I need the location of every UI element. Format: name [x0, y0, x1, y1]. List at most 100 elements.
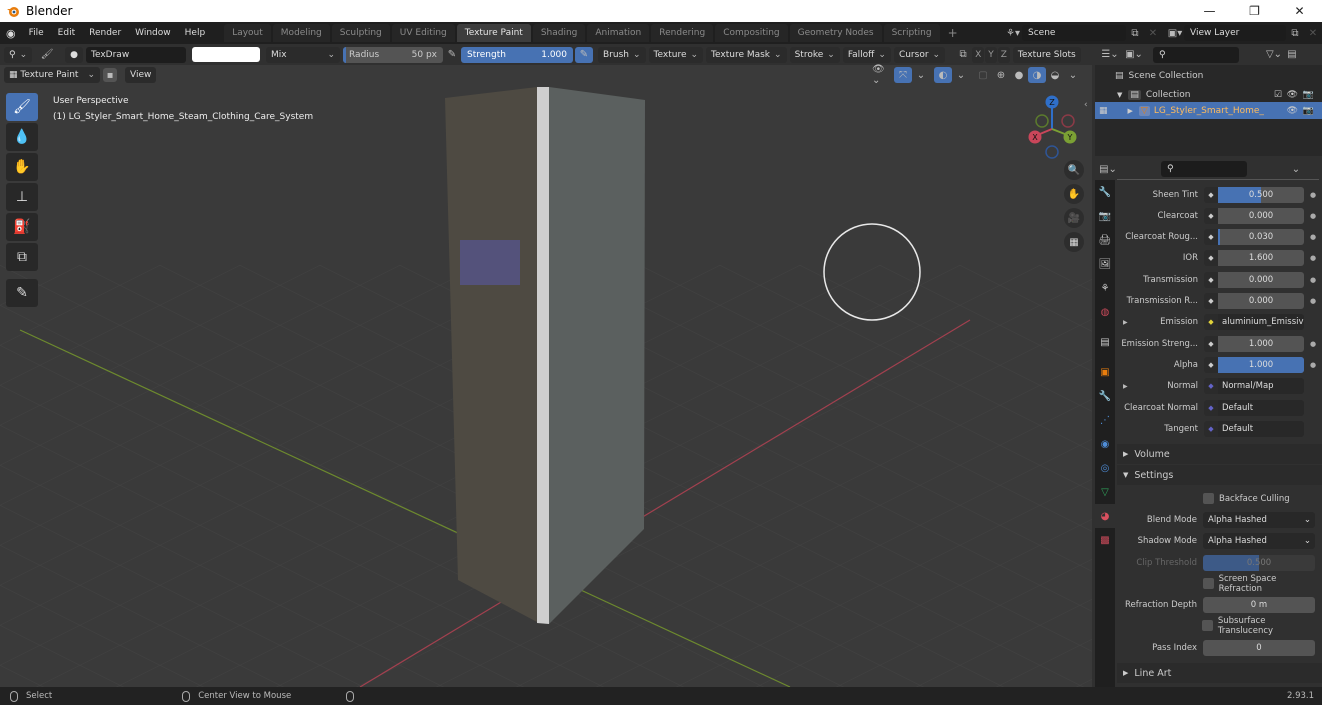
socket-icon[interactable]: ◆ — [1204, 356, 1218, 373]
socket-icon[interactable]: ◆ — [1204, 378, 1218, 395]
overlays-dropdown[interactable]: ⌄ — [952, 67, 970, 83]
shadow-mode-select[interactable]: Alpha Hashed ⌄ — [1203, 532, 1315, 549]
collection-tab-icon[interactable]: ▤ — [1095, 330, 1115, 354]
editor-type-icon[interactable]: ▤⌄ — [1099, 161, 1117, 177]
keyframe-dot-icon[interactable]: ● — [1308, 361, 1318, 369]
tab-rendering[interactable]: Rendering — [651, 24, 714, 42]
socket-icon[interactable]: ◆ — [1204, 229, 1218, 246]
smear-tool-icon[interactable]: ✋ — [6, 153, 38, 181]
tab-shading[interactable]: Shading — [532, 24, 586, 42]
view-menu[interactable]: View — [125, 67, 157, 83]
object-visibility-icon[interactable]: 👁⌄ — [872, 64, 890, 86]
outliner-scene-collection[interactable]: ▤ Scene Collection — [1115, 71, 1203, 81]
object-render-icon[interactable]: 📷 — [1303, 106, 1314, 116]
linked-node-field[interactable]: aluminium_Emissive... — [1218, 314, 1304, 331]
tab-sculpting[interactable]: Sculpting — [331, 24, 390, 42]
linked-node-field[interactable]: Normal/Map — [1218, 378, 1304, 395]
outliner-collection-row[interactable]: ▼ ▤ Collection ☑ 👁 📷 — [1095, 87, 1322, 103]
property-slider[interactable]: 0.500 — [1218, 186, 1304, 203]
wireframe-shading-icon[interactable]: ⊕ — [992, 67, 1010, 83]
expand-collection-icon[interactable]: ▼ — [1117, 91, 1122, 99]
property-slider[interactable]: 1.000 — [1218, 356, 1304, 373]
property-slider[interactable]: 1.600 — [1218, 250, 1304, 267]
object-tab-icon[interactable]: ▣ — [1095, 360, 1115, 384]
socket-icon[interactable]: ◆ — [1204, 399, 1218, 416]
cursor-menu[interactable]: Cursor ⌄ — [893, 46, 946, 63]
clone-tool-icon[interactable]: ⊥ — [6, 183, 38, 211]
socket-icon[interactable]: ◆ — [1204, 207, 1218, 224]
material-preview-shading-icon[interactable]: ◑ — [1028, 67, 1046, 83]
stroke-menu[interactable]: Stroke ⌄ — [789, 46, 840, 63]
delete-scene-icon[interactable]: ✕ — [1144, 25, 1162, 41]
maximize-button[interactable]: ❐ — [1232, 0, 1277, 22]
ssr-checkbox[interactable] — [1202, 578, 1214, 589]
subsurface-checkbox[interactable] — [1201, 620, 1213, 631]
menu-edit[interactable]: Edit — [51, 28, 82, 38]
scene-selector-icon[interactable]: ⚘▾ — [1004, 25, 1022, 41]
tab-animation[interactable]: Animation — [587, 24, 650, 42]
close-button[interactable]: ✕ — [1277, 0, 1322, 22]
view-layer-tab-icon[interactable]: 🖼 — [1095, 252, 1115, 276]
mask-tool-icon[interactable]: ⧉ — [6, 243, 38, 271]
pass-index-field[interactable]: 0 — [1203, 639, 1315, 656]
linked-node-field[interactable]: Default — [1218, 420, 1304, 437]
physics-tab-icon[interactable]: ◉ — [1095, 432, 1115, 456]
radius-pressure-icon[interactable]: ✎ — [443, 47, 461, 63]
strength-pressure-icon[interactable]: ✎ — [575, 46, 593, 63]
annotate-tool-icon[interactable]: ✎ — [6, 279, 38, 307]
texture-mask-menu[interactable]: Texture Mask ⌄ — [706, 46, 787, 63]
rendered-shading-icon[interactable]: ◒ — [1046, 67, 1064, 83]
add-workspace-button[interactable]: + — [942, 26, 964, 40]
shading-dropdown[interactable]: ⌄ — [1064, 67, 1082, 83]
menu-window[interactable]: Window — [128, 28, 178, 38]
blend-mode-select[interactable]: Alpha Hashed ⌄ — [1203, 511, 1315, 528]
scene-tab-icon[interactable]: ⚘ — [1095, 276, 1115, 300]
minimize-button[interactable]: — — [1187, 0, 1232, 22]
keyframe-dot-icon[interactable]: ● — [1308, 276, 1318, 284]
material-tab-icon[interactable]: ◕ — [1095, 504, 1115, 528]
mode-selector-dropdown[interactable]: ▦ Texture Paint ⌄ — [4, 67, 100, 83]
tab-layout[interactable]: Layout — [224, 24, 271, 42]
display-mode-icon[interactable]: ☰⌄ — [1101, 47, 1119, 63]
clip-threshold-slider[interactable]: 0.500 — [1203, 554, 1315, 571]
properties-options-dropdown[interactable]: ⌄ — [1287, 161, 1305, 177]
outliner-search-input[interactable]: ⚲ — [1153, 46, 1239, 63]
soften-tool-icon[interactable]: 💧 — [6, 123, 38, 151]
navigation-gizmo[interactable]: Z X Y — [1020, 95, 1090, 165]
world-tab-icon[interactable]: ◍ — [1095, 300, 1115, 324]
object-visibility-icon[interactable]: 👁 — [1287, 106, 1298, 116]
render-tab-icon[interactable]: 📷 — [1095, 204, 1115, 228]
brush-name-field[interactable]: TexDraw — [86, 46, 186, 63]
sidebar-toggle-icon[interactable]: ‹ — [1084, 100, 1088, 110]
pan-view-icon[interactable]: ✋ — [1064, 184, 1084, 204]
gizmo-dropdown[interactable]: ⌄ — [912, 67, 930, 83]
ssr-row[interactable]: Screen Space Refraction — [1117, 574, 1322, 594]
property-slider[interactable]: 0.000 — [1218, 293, 1304, 309]
line-art-panel-header[interactable]: ▶ Line Art — [1117, 663, 1322, 683]
tool-mode-dropdown[interactable]: ⚲ ⌄ — [4, 46, 33, 63]
texture-menu[interactable]: Texture ⌄ — [648, 46, 704, 63]
paint-mask-toggle[interactable]: ▪ — [103, 68, 117, 82]
tab-uv-editing[interactable]: UV Editing — [391, 24, 455, 42]
brush-icon[interactable]: 🖌 — [35, 47, 59, 63]
solid-shading-icon[interactable]: ● — [1010, 67, 1028, 83]
expand-socket-icon[interactable]: ▶ — [1123, 383, 1128, 390]
refraction-depth-field[interactable]: 0 m — [1203, 596, 1315, 613]
3d-viewport[interactable]: Z X Y — [0, 65, 1092, 687]
falloff-menu[interactable]: Falloff ⌄ — [842, 46, 891, 63]
scene-name-field[interactable]: Scene — [1022, 25, 1126, 41]
socket-icon[interactable]: ◆ — [1204, 335, 1218, 352]
data-tab-icon[interactable]: ▽ — [1095, 480, 1115, 504]
property-slider[interactable]: 0.000 — [1218, 271, 1304, 288]
menu-help[interactable]: Help — [178, 28, 213, 38]
view-layer-field[interactable]: View Layer — [1184, 25, 1286, 41]
camera-view-icon[interactable]: 🎥 — [1064, 208, 1084, 228]
properties-search-input[interactable]: ⚲ — [1161, 161, 1247, 177]
blender-menu-icon[interactable]: ◉ — [0, 27, 22, 40]
linked-node-field[interactable]: Default — [1218, 399, 1304, 416]
volume-panel-header[interactable]: ▶ Volume — [1117, 444, 1322, 464]
new-view-layer-icon[interactable]: ⧉ — [1286, 25, 1304, 41]
texture-slots-menu[interactable]: Texture Slots — [1012, 46, 1081, 63]
modifier-tab-icon[interactable]: 🔧 — [1095, 384, 1115, 408]
property-slider[interactable]: 0.000 — [1218, 207, 1304, 224]
